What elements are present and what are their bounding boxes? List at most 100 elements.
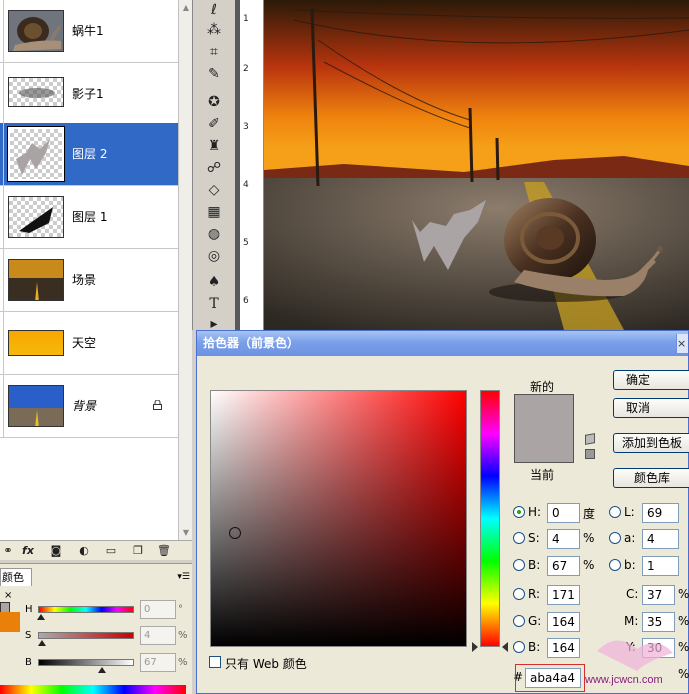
healing-brush-tool-icon[interactable]: ✪ — [203, 92, 225, 112]
hue-marker-left-icon[interactable] — [472, 642, 478, 652]
adjustment-icon[interactable]: ◐ — [76, 543, 92, 559]
magic-wand-tool-icon[interactable]: ⁂ — [203, 20, 225, 40]
layer-row-snail[interactable]: 蜗牛1 — [0, 0, 178, 63]
new-layer-icon[interactable]: ❐ — [130, 543, 146, 559]
layer-row-layer2[interactable]: 图层 2 — [0, 123, 178, 186]
history-brush-tool-icon[interactable]: ☍ — [203, 158, 225, 178]
dialog-title-bar[interactable]: 拾色器（前景色） — [197, 331, 688, 356]
layer-row-background[interactable]: 背景 — [0, 375, 178, 438]
lasso-tool-icon[interactable]: ℓ — [203, 0, 225, 20]
crop-tool-icon[interactable]: ⌗ — [203, 42, 225, 62]
trash-icon[interactable]: 🗑 — [156, 543, 172, 559]
l-field[interactable]: 69 — [642, 503, 679, 523]
color-tab-label: 颜色 — [2, 571, 24, 584]
layer-row-scene[interactable]: 场景 — [0, 249, 178, 312]
g-field[interactable]: 164 — [547, 612, 580, 632]
layers-scrollbar[interactable]: ▲ ▼ — [178, 0, 192, 540]
blur-tool-icon[interactable]: ◍ — [203, 224, 225, 244]
s-field[interactable]: 4 — [547, 529, 580, 549]
close-icon[interactable]: × — [676, 334, 688, 353]
radio-r[interactable] — [513, 588, 525, 600]
layer-visibility-strip[interactable] — [0, 312, 4, 374]
a-field[interactable]: 4 — [642, 529, 679, 549]
add-to-swatches-button[interactable]: 添加到色板 — [613, 433, 689, 453]
lab-b-field[interactable]: 1 — [642, 556, 679, 576]
layer-row-sky[interactable]: 天空 — [0, 312, 178, 375]
layer-name: 影子1 — [72, 87, 104, 101]
slider-thumb[interactable] — [37, 640, 46, 646]
background-swatch[interactable] — [0, 612, 20, 632]
link-icon[interactable]: ⚭ — [0, 543, 16, 559]
scroll-up-icon[interactable]: ▲ — [180, 1, 192, 14]
brightness-value-field[interactable]: 67 — [140, 653, 176, 672]
radio-lab-b[interactable] — [609, 559, 621, 571]
mask-icon[interactable]: ◙ — [48, 543, 64, 559]
radio-b[interactable] — [513, 559, 525, 571]
b-field[interactable]: 67 — [547, 556, 580, 576]
panel-menu-icon[interactable]: ▾☰ — [177, 572, 190, 582]
slider-thumb[interactable] — [36, 614, 45, 620]
radio-a[interactable] — [609, 532, 621, 544]
layer-row-layer1[interactable]: 图层 1 — [0, 186, 178, 249]
lab-b-label: b: — [624, 558, 636, 572]
layer-visibility-strip[interactable] — [0, 186, 4, 248]
slider-thumb[interactable] — [98, 667, 107, 673]
hue-marker-right-icon[interactable] — [502, 642, 508, 652]
color-panel-tab[interactable]: 颜色 × — [0, 568, 32, 601]
pen-tool-icon[interactable]: ♠ — [203, 272, 225, 292]
brightness-slider[interactable] — [38, 659, 134, 666]
s-unit: % — [583, 531, 595, 545]
layer-visibility-strip[interactable] — [0, 63, 4, 125]
folder-icon[interactable]: ▭ — [103, 543, 119, 559]
radio-s[interactable] — [513, 532, 525, 544]
web-safe-warning-icon[interactable] — [585, 449, 595, 459]
cancel-button[interactable]: 取消 — [613, 398, 689, 418]
hue-value-field[interactable]: 0 — [140, 600, 176, 619]
layer-visibility-strip[interactable] — [0, 249, 4, 311]
layer-thumbnail — [8, 385, 64, 427]
layer-row-shadow1[interactable]: 影子1 — [0, 63, 178, 126]
slider-s-label: S — [25, 630, 32, 641]
hue-slider[interactable] — [38, 606, 134, 613]
radio-l[interactable] — [609, 506, 621, 518]
eraser-tool-icon[interactable]: ◇ — [203, 180, 225, 200]
gradient-tool-icon[interactable]: ▦ — [203, 202, 225, 222]
g-label: G: — [528, 614, 542, 628]
unit-label: % — [178, 657, 188, 668]
hex-field[interactable]: aba4a4 — [525, 668, 581, 688]
y-field[interactable]: 30 — [642, 638, 675, 658]
blue-field[interactable]: 164 — [547, 638, 580, 658]
brush-tool-icon[interactable]: ✐ — [203, 114, 225, 134]
layer-visibility-strip[interactable] — [0, 123, 4, 185]
clone-stamp-tool-icon[interactable]: ♜ — [203, 136, 225, 156]
c-field[interactable]: 37 — [642, 585, 675, 605]
type-tool-icon[interactable]: T — [203, 294, 225, 314]
h-field[interactable]: 0 — [547, 503, 580, 523]
close-icon[interactable]: × — [4, 590, 12, 601]
dodge-tool-icon[interactable]: ◎ — [203, 246, 225, 266]
fx-icon[interactable]: fx — [20, 543, 36, 559]
web-colors-only-checkbox[interactable] — [209, 656, 221, 668]
saturation-slider[interactable] — [38, 632, 134, 639]
color-field-cursor[interactable] — [229, 527, 241, 539]
l-label: L: — [624, 505, 635, 519]
scroll-down-icon[interactable]: ▼ — [180, 526, 192, 539]
saturation-value-field[interactable]: 4 — [140, 626, 176, 645]
layer-name: 天空 — [72, 336, 97, 350]
color-libraries-button[interactable]: 颜色库 — [613, 468, 689, 488]
radio-h[interactable] — [513, 506, 525, 518]
color-spectrum-bar[interactable] — [0, 685, 186, 694]
document-canvas[interactable] — [264, 0, 689, 330]
radio-blue[interactable] — [513, 641, 525, 653]
hue-strip[interactable] — [480, 390, 500, 647]
m-field[interactable]: 35 — [642, 612, 675, 632]
layer-visibility-strip[interactable] — [0, 0, 4, 62]
layer-visibility-strip[interactable] — [0, 375, 4, 437]
current-color-swatch[interactable] — [514, 430, 574, 463]
radio-g[interactable] — [513, 615, 525, 627]
slice-tool-icon[interactable]: ✎ — [203, 64, 225, 84]
r-field[interactable]: 171 — [547, 585, 580, 605]
ok-button[interactable]: 确定 — [613, 370, 689, 390]
print-warning-cube-icon[interactable] — [585, 433, 595, 445]
color-field[interactable] — [210, 390, 467, 647]
